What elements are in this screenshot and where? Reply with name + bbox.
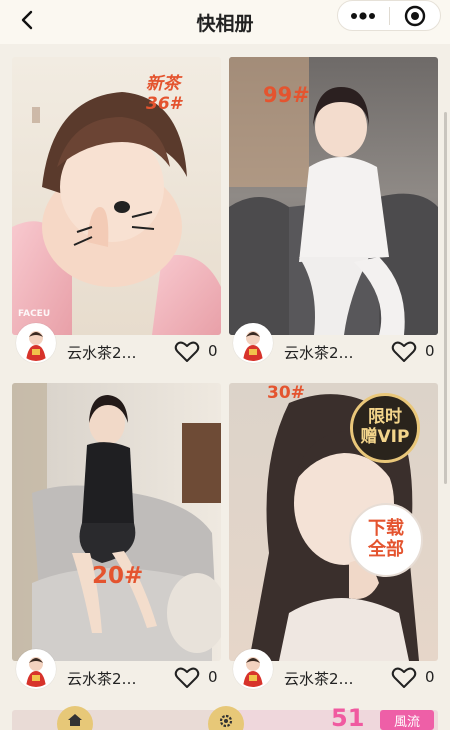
photo-tag-text: 風流 — [380, 710, 434, 730]
heart-icon — [391, 667, 417, 688]
home-icon — [68, 714, 82, 726]
avatar-doll-icon — [18, 651, 54, 687]
album-photo[interactable]: 新茶 36# FACEU — [12, 57, 221, 335]
close-mini-program-button[interactable] — [390, 1, 441, 30]
like-count: 0 — [208, 668, 218, 686]
vip-promo-badge[interactable]: 限时 赠VIP — [350, 393, 420, 463]
author-name: 云水茶2… — [284, 344, 354, 362]
like-button[interactable] — [391, 340, 417, 364]
card-meta: 云水茶2… 0 — [229, 323, 438, 375]
like-button[interactable] — [174, 340, 200, 364]
heart-icon — [174, 667, 200, 688]
like-count: 0 — [425, 668, 435, 686]
author-name: 云水茶2… — [284, 670, 354, 688]
gear-icon — [219, 714, 233, 728]
photo-tag-text: 30# — [267, 383, 305, 403]
avatar-doll-icon — [18, 325, 54, 361]
card-meta: 云水茶2… 0 — [229, 649, 438, 701]
photo-tag-text: 51 — [331, 704, 365, 730]
like-count: 0 — [208, 342, 218, 360]
photo-tag-text: 99# — [263, 83, 310, 107]
author-name: 云水茶2… — [67, 670, 137, 688]
avatar[interactable] — [233, 649, 273, 689]
avatar[interactable] — [16, 649, 56, 689]
card-meta: 云水茶2… 0 — [12, 323, 221, 375]
watermark-text: FACEU — [18, 309, 51, 319]
like-count: 0 — [425, 342, 435, 360]
album-card[interactable]: 30# 限时 赠VIP 下载 全部 云水茶2… 0 — [229, 383, 438, 701]
record-circle-icon — [404, 5, 425, 26]
avatar[interactable] — [233, 323, 273, 363]
next-row-preview: 51 風流 — [0, 704, 450, 730]
photo-tag-text: 新茶 36# — [146, 74, 182, 114]
scrollbar[interactable] — [444, 112, 447, 484]
album-card[interactable]: 99# 云水茶2… 0 — [229, 57, 438, 375]
avatar[interactable] — [16, 323, 56, 363]
heart-icon — [174, 341, 200, 362]
more-button[interactable] — [338, 1, 389, 30]
album-photo[interactable]: 30# 限时 赠VIP 下载 全部 — [229, 383, 438, 661]
like-button[interactable] — [391, 666, 417, 690]
like-button[interactable] — [174, 666, 200, 690]
more-dots-icon — [351, 11, 376, 20]
photo-image — [12, 383, 221, 661]
album-card[interactable]: 20# 云水茶2… 0 — [12, 383, 221, 701]
photo-tag-text: 20# — [92, 563, 144, 589]
album-card[interactable]: 新茶 36# FACEU 云水茶2… 0 — [12, 57, 221, 375]
download-all-button[interactable]: 下载 全部 — [349, 503, 423, 577]
album-photo-partial[interactable] — [12, 710, 221, 730]
heart-icon — [391, 341, 417, 362]
nav-bar: 快相册 — [0, 0, 450, 44]
mini-program-capsule — [337, 0, 441, 31]
card-meta: 云水茶2… 0 — [12, 649, 221, 701]
photo-image — [229, 57, 438, 335]
avatar-doll-icon — [235, 325, 271, 361]
album-photo[interactable]: 20# — [12, 383, 221, 661]
author-name: 云水茶2… — [67, 344, 137, 362]
avatar-doll-icon — [235, 651, 271, 687]
album-photo[interactable]: 99# — [229, 57, 438, 335]
